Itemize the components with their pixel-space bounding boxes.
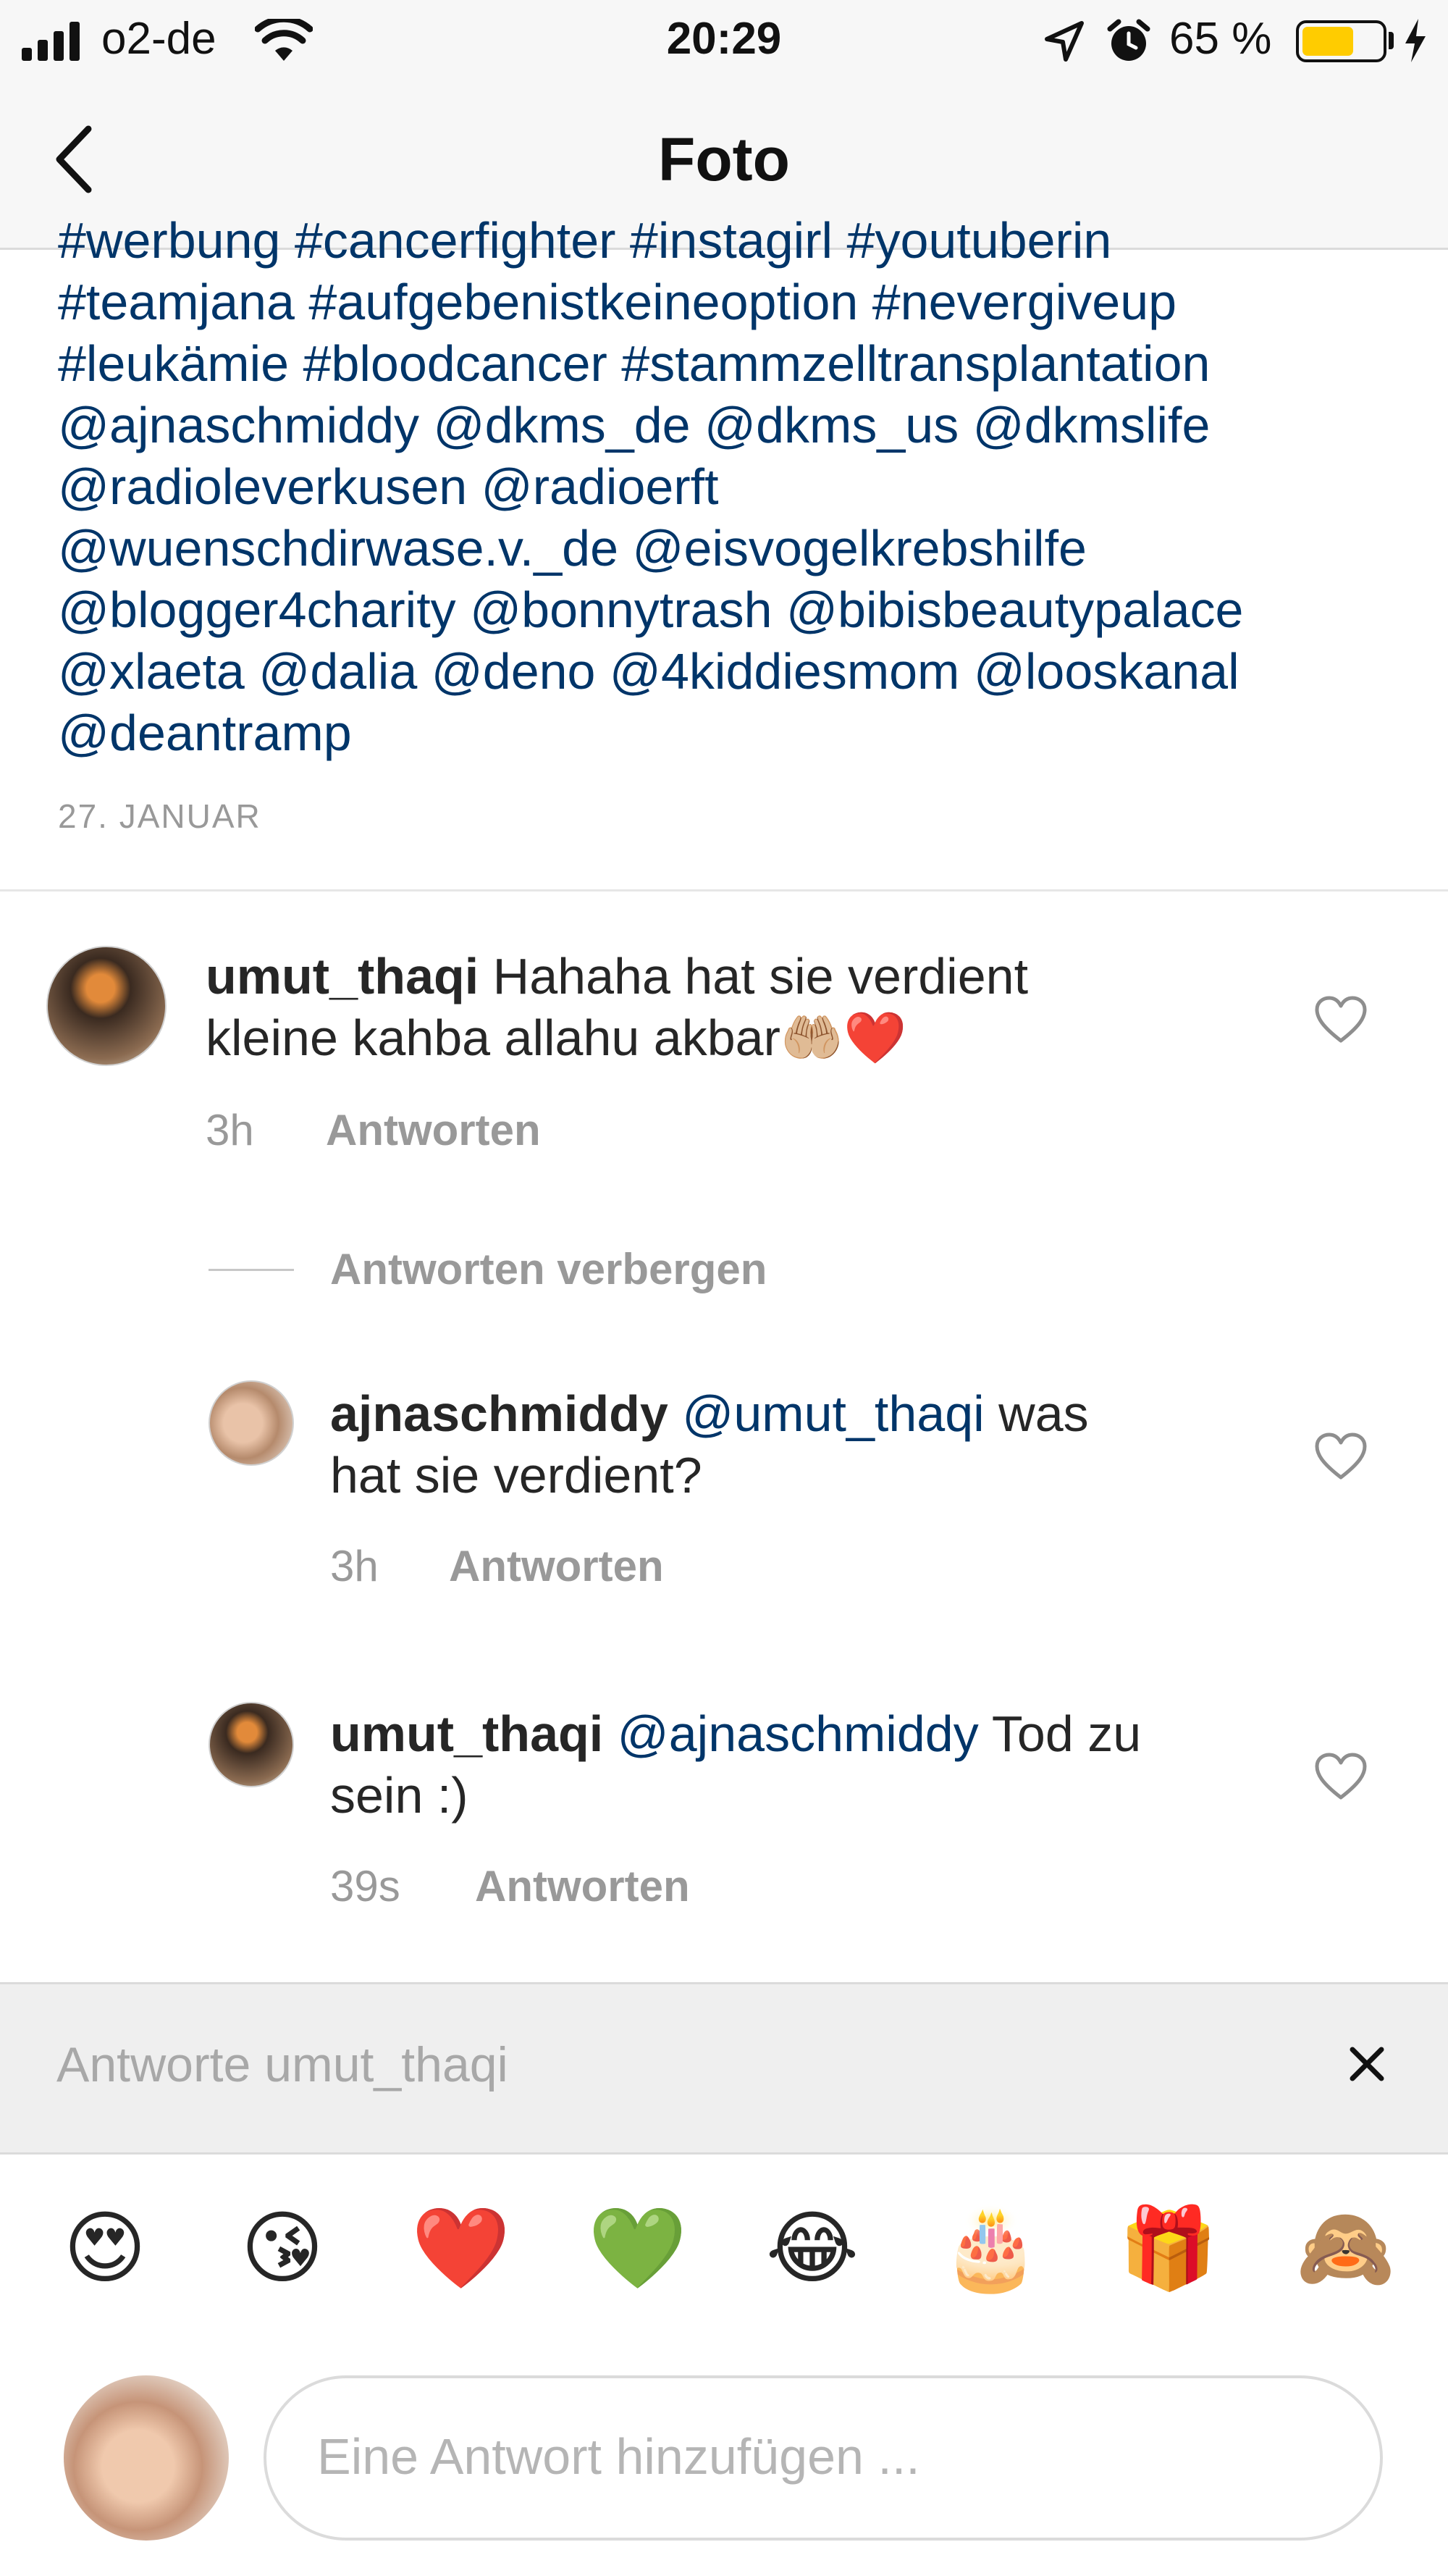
avatar[interactable] [209, 1702, 294, 1787]
comment-time: 39s [330, 1862, 400, 1910]
avatar [64, 2375, 229, 2541]
replying-to-bar: Antworte umut_thaqi [0, 1982, 1448, 2155]
reply-button[interactable]: Antworten [326, 1105, 541, 1155]
comment-username[interactable]: ajnaschmiddy [330, 1385, 668, 1442]
emoji-see-no-evil-button[interactable]: 🙈 [1296, 2202, 1395, 2296]
reply-button[interactable]: Antworten [475, 1861, 690, 1911]
comment-text: ajnaschmiddy @umut_thaqi was hat sie ver… [330, 1383, 1286, 1506]
replying-to-label: Antworte umut_thaqi [56, 2037, 508, 2092]
comment-body-line2: hat sie verdient? [330, 1447, 702, 1503]
comment-text: umut_thaqi Hahaha hat sie verdient klein… [206, 946, 1292, 1069]
comment-body-line1: Tod zu [978, 1706, 1142, 1762]
comment-body-line2: sein :) [330, 1767, 468, 1824]
charging-bolt-icon [1405, 19, 1426, 62]
page-title: Foto [658, 125, 790, 193]
comment-body-line1: Hahaha hat sie verdient [479, 948, 1029, 1004]
avatar[interactable] [209, 1380, 294, 1466]
quick-emoji-bar: 😍 😘 ❤️ 💚 😂 🎂 🎁 🙈 [0, 2202, 1448, 2310]
heart-icon[interactable] [1315, 1753, 1367, 1800]
comment-time: 3h [206, 1106, 254, 1154]
emoji-heart-eyes-button[interactable]: 😍 [58, 2202, 152, 2296]
comment-text: umut_thaqi @ajnaschmiddy Tod zu sein :) [330, 1703, 1286, 1826]
battery-tip [1389, 32, 1394, 49]
comment-input-placeholder[interactable]: Eine Antwort hinzufügen ... [317, 2428, 920, 2485]
hide-replies-button[interactable]: Antworten verbergen [330, 1244, 767, 1294]
close-icon[interactable] [1347, 2044, 1387, 2084]
emoji-kiss-button[interactable]: 😘 [235, 2202, 329, 2296]
alarm-icon [1107, 19, 1150, 61]
heart-icon[interactable] [1315, 1432, 1367, 1480]
divider [0, 889, 1448, 891]
emoji-cake-button[interactable]: 🎂 [941, 2202, 1040, 2296]
location-arrow-icon [1045, 21, 1084, 62]
comment-username[interactable]: umut_thaqi [206, 948, 479, 1004]
reply-button[interactable]: Antworten [449, 1541, 664, 1591]
comment-body-line1: was [984, 1385, 1089, 1442]
emoji-red-heart-button[interactable]: ❤️ [411, 2202, 510, 2296]
comment-input[interactable]: Eine Antwort hinzufügen ... [264, 2375, 1383, 2541]
post-date: 27. JANUAR [58, 797, 261, 835]
status-bar: o2-de 20:29 65 % [0, 0, 1448, 80]
comment-mention[interactable]: @ajnaschmiddy [603, 1706, 979, 1762]
battery-percent: 65 % [1169, 14, 1272, 64]
comment-time: 3h [330, 1542, 379, 1590]
heart-icon[interactable] [1315, 996, 1367, 1044]
comment-body-line2: kleine kahba allahu akbar🤲🏼❤️ [206, 1010, 907, 1066]
battery-icon [1296, 20, 1386, 62]
emoji-gift-button[interactable]: 🎁 [1119, 2202, 1218, 2296]
emoji-green-heart-button[interactable]: 💚 [588, 2202, 687, 2296]
comment-username[interactable]: umut_thaqi [330, 1706, 603, 1762]
emoji-tears-of-joy-button[interactable]: 😂 [765, 2202, 859, 2296]
post-caption[interactable]: #werbung #cancerfighter #instagirl #yout… [58, 210, 1405, 764]
hide-replies-line [209, 1269, 294, 1271]
comment-mention[interactable]: @umut_thaqi [668, 1385, 984, 1442]
avatar[interactable] [46, 946, 167, 1066]
